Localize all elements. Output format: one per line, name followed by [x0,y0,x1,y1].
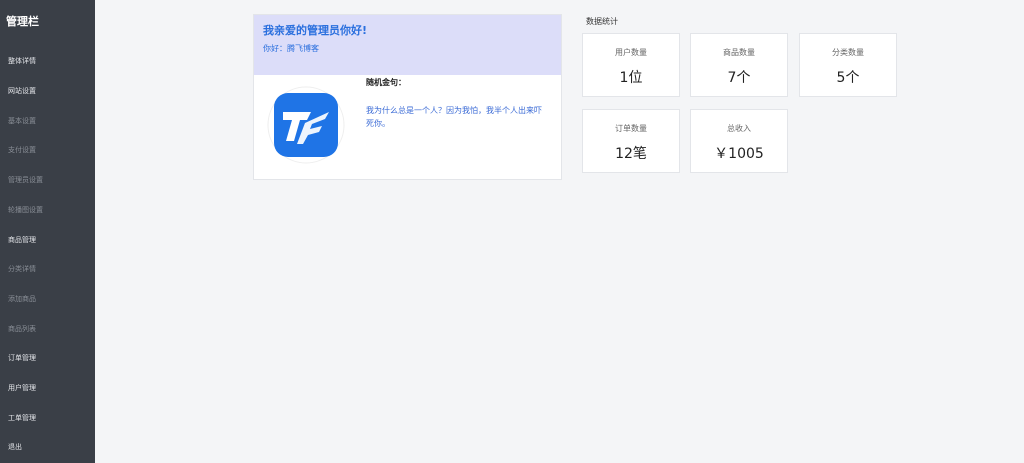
tf-logo-icon [267,86,345,164]
nav-item-product-list[interactable]: 商品列表 [8,324,36,334]
stat-label: 总收入 [727,124,751,133]
stat-card-revenue: 总收入 ￥1005 [690,109,788,173]
nav-item-overview[interactable]: 整体详情 [8,56,36,66]
stat-card-orders: 订单数量 12笔 [582,109,680,173]
stats-title: 数据统计 [586,17,618,26]
nav-item-payment-settings[interactable]: 支付设置 [8,145,36,155]
sidebar-title: 管理栏 [6,15,39,28]
stat-label: 分类数量 [832,48,864,57]
nav-item-admin-settings[interactable]: 管理员设置 [8,175,43,185]
stat-card-users: 用户数量 1位 [582,33,680,97]
welcome-card: 我亲爱的管理员你好! 你好：腾飞博客 随机金句： 我为什么总是一个人？因为我怕，… [253,14,562,180]
stat-label: 订单数量 [615,124,647,133]
nav-item-site-settings[interactable]: 网站设置 [8,86,36,96]
stat-value: ￥1005 [714,146,764,162]
nav-item-add-product[interactable]: 添加商品 [8,294,36,304]
nav-item-order-management[interactable]: 订单管理 [8,353,36,363]
nav-item-user-management[interactable]: 用户管理 [8,383,36,393]
stat-card-categories: 分类数量 5个 [799,33,897,97]
stat-value: 5个 [836,70,860,86]
nav-item-ticket-management[interactable]: 工单管理 [8,413,36,423]
welcome-title: 我亲爱的管理员你好! [263,24,368,37]
stat-value: 12笔 [615,146,647,162]
stat-label: 商品数量 [723,48,755,57]
stat-value: 7个 [727,70,751,86]
welcome-greeting: 你好：腾飞博客 [263,44,319,53]
sidebar: 管理栏 整体详情 网站设置 基本设置 支付设置 管理员设置 轮播图设置 商品管理… [0,0,95,463]
nav-item-product-management[interactable]: 商品管理 [8,235,36,245]
stat-value: 1位 [619,70,643,86]
nav-item-category-details[interactable]: 分类详情 [8,264,36,274]
nav-item-basic-settings[interactable]: 基本设置 [8,116,36,126]
stat-card-products: 商品数量 7个 [690,33,788,97]
quote-text: 我为什么总是一个人？因为我怕，我半个人出来吓死你。 [366,106,542,128]
nav-item-logout[interactable]: 退出 [8,442,22,452]
quote-label: 随机金句： [366,78,406,87]
stat-label: 用户数量 [615,48,647,57]
nav-item-carousel-settings[interactable]: 轮播图设置 [8,205,43,215]
welcome-header: 我亲爱的管理员你好! 你好：腾飞博客 [254,15,561,75]
